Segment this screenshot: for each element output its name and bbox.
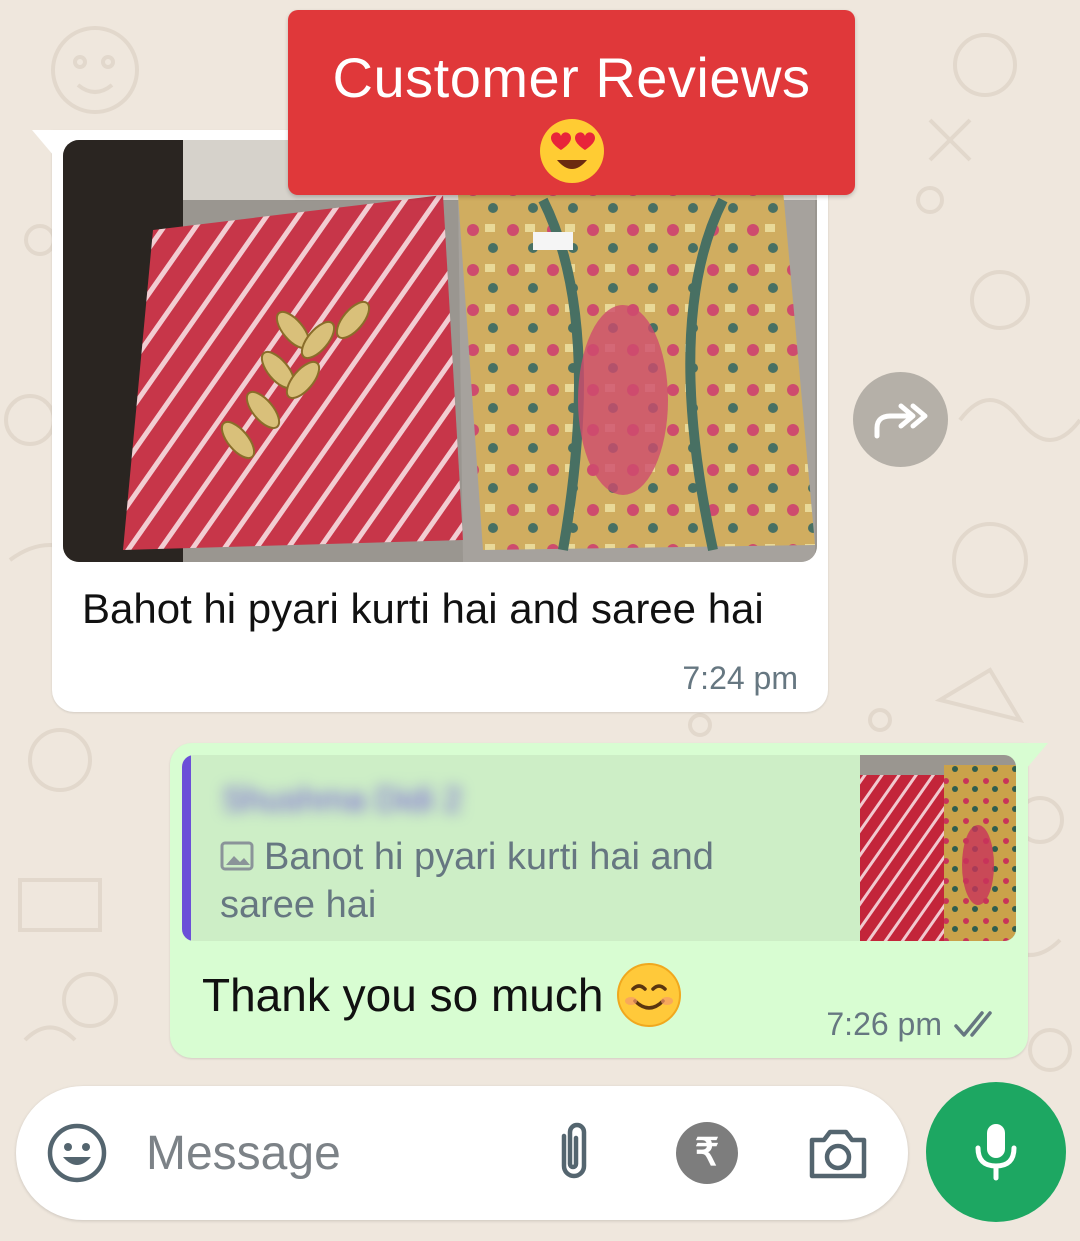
outgoing-message-text: Thank you so much <box>202 969 604 1021</box>
forward-button[interactable] <box>853 372 948 467</box>
quoted-text-container: Banot hi pyari kurti hai and saree hai <box>220 833 780 929</box>
banner-title: Customer Reviews <box>332 46 811 109</box>
outgoing-message-bubble[interactable]: Shushma Didi 2 Banot hi pyari kurti hai … <box>170 743 1048 1058</box>
rupee-icon[interactable]: ₹ <box>676 1122 738 1184</box>
voice-message-button[interactable] <box>926 1082 1066 1222</box>
outgoing-timestamp-row: 7:26 pm <box>826 1006 1000 1043</box>
quote-accent-bar <box>182 755 191 941</box>
message-caption: Bahot hi pyari kurti hai and saree hai <box>82 585 764 632</box>
product-photo[interactable] <box>63 140 817 562</box>
customer-reviews-banner: Customer Reviews <box>288 10 855 195</box>
smiling-face-emoji-icon <box>617 963 682 1027</box>
bubble-tail <box>1026 743 1048 769</box>
quoted-message[interactable]: Shushma Didi 2 Banot hi pyari kurti hai … <box>182 755 1016 941</box>
attach-icon[interactable] <box>550 1120 598 1186</box>
message-timestamp: 7:26 pm <box>826 1006 942 1042</box>
message-composer[interactable]: Message ₹ <box>16 1086 908 1220</box>
heart-eyes-emoji-icon <box>539 119 604 183</box>
message-input[interactable]: Message <box>146 1126 341 1181</box>
incoming-message-bubble[interactable]: Bahot hi pyari kurti hai and saree hai 7… <box>32 130 828 712</box>
message-timestamp: 7:24 pm <box>682 660 798 696</box>
double-check-icon <box>954 1010 992 1037</box>
quoted-text: Banot hi pyari kurti hai and saree hai <box>220 836 714 926</box>
camera-icon[interactable] <box>806 1126 870 1182</box>
image-icon <box>220 841 254 871</box>
bubble-tail <box>32 130 54 156</box>
quoted-thumbnail <box>860 755 1016 941</box>
mic-icon <box>975 1124 1017 1181</box>
outgoing-message-text-row: Thank you so much <box>202 961 683 1029</box>
quoted-author: Shushma Didi 2 <box>222 781 463 819</box>
emoji-icon[interactable] <box>46 1122 108 1184</box>
forward-icon <box>874 403 927 438</box>
